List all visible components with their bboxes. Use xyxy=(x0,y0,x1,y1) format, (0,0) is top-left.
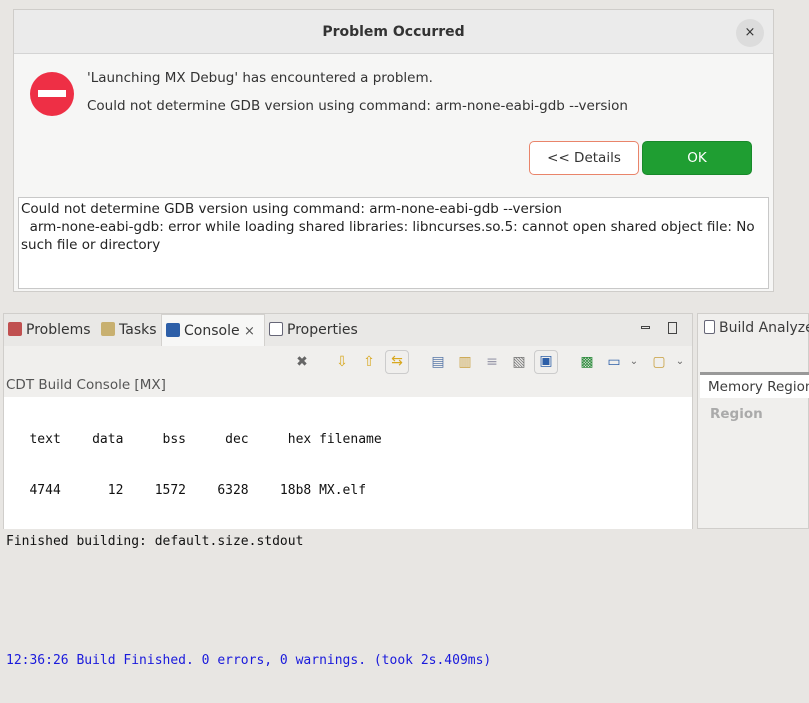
tab-label: Properties xyxy=(287,322,358,338)
tab-problems[interactable]: Problems xyxy=(4,314,91,346)
scroll-lock-icon[interactable]: ▤ xyxy=(428,352,448,372)
tab-tasks[interactable]: Tasks xyxy=(97,314,157,346)
tasks-icon xyxy=(101,322,115,336)
tab-memory-regions[interactable]: Memory Regions xyxy=(700,372,809,398)
console-line: 4744 12 1572 6328 18b8 MX.elf xyxy=(6,483,367,498)
clear-console-icon[interactable]: ▧ xyxy=(509,352,529,372)
pin-console-icon[interactable]: ▣ xyxy=(534,350,558,374)
tab-console[interactable]: Console × xyxy=(161,314,265,346)
build-finished-line: 12:36:26 Build Finished. 0 errors, 0 war… xyxy=(6,653,492,668)
tab-label: Tasks xyxy=(119,322,157,338)
console-line: Finished building: default.size.stdout xyxy=(6,534,304,549)
error-icon xyxy=(30,72,74,116)
build-analyzer-icon xyxy=(704,320,715,334)
chevron-down-icon[interactable]: ⌄ xyxy=(670,352,690,372)
terminate-icon[interactable]: ✖ xyxy=(292,352,312,372)
error-message: 'Launching MX Debug' has encountered a p… xyxy=(87,70,433,86)
console-label: CDT Build Console [MX] xyxy=(6,377,166,393)
new-console-icon[interactable]: ▩ xyxy=(577,352,597,372)
chevron-down-icon[interactable]: ⌄ xyxy=(624,352,644,372)
maximize-icon[interactable] xyxy=(668,322,677,334)
tab-label: Build Analyzer xyxy=(719,320,809,336)
display-console-icon[interactable]: ▭ xyxy=(604,352,624,372)
console-panel: Problems Tasks Console × Properties ✖ ⇩ … xyxy=(3,313,693,668)
word-wrap-icon[interactable]: ≡ xyxy=(482,352,502,372)
column-header-region[interactable]: Region xyxy=(710,406,763,422)
problem-dialog: Problem Occurred × 'Launching MX Debug' … xyxy=(13,9,774,292)
tab-label: Console xyxy=(184,323,240,339)
next-icon[interactable]: ⇩ xyxy=(332,352,352,372)
previous-icon[interactable]: ⇧ xyxy=(359,352,379,372)
details-button[interactable]: << Details xyxy=(529,141,639,175)
error-detail: Could not determine GDB version using co… xyxy=(87,98,628,114)
close-tab-icon[interactable]: × xyxy=(244,324,255,339)
panel-tabs: Problems Tasks Console × Properties xyxy=(4,314,692,346)
dialog-title: Problem Occurred xyxy=(14,10,773,54)
lock-icon[interactable]: ▥ xyxy=(455,352,475,372)
console-line: text data bss dec hex filename xyxy=(6,432,382,447)
link-icon[interactable]: ⇆ xyxy=(385,350,409,374)
open-console-icon[interactable]: ▢ xyxy=(649,352,669,372)
details-text[interactable]: Could not determine GDB version using co… xyxy=(18,197,769,289)
ok-button[interactable]: OK xyxy=(642,141,752,175)
problems-icon xyxy=(8,322,22,336)
minimize-icon[interactable] xyxy=(641,326,650,329)
console-icon xyxy=(166,323,180,337)
build-analyzer-panel: Build Analyzer Memory Regions Region xyxy=(697,313,809,529)
tab-label: Problems xyxy=(26,322,91,338)
close-button[interactable]: × xyxy=(736,19,764,47)
console-output[interactable]: text data bss dec hex filename 4744 12 1… xyxy=(4,397,692,668)
properties-icon xyxy=(269,322,283,336)
tab-build-analyzer[interactable]: Build Analyzer xyxy=(704,320,809,336)
tab-properties[interactable]: Properties xyxy=(265,314,358,346)
